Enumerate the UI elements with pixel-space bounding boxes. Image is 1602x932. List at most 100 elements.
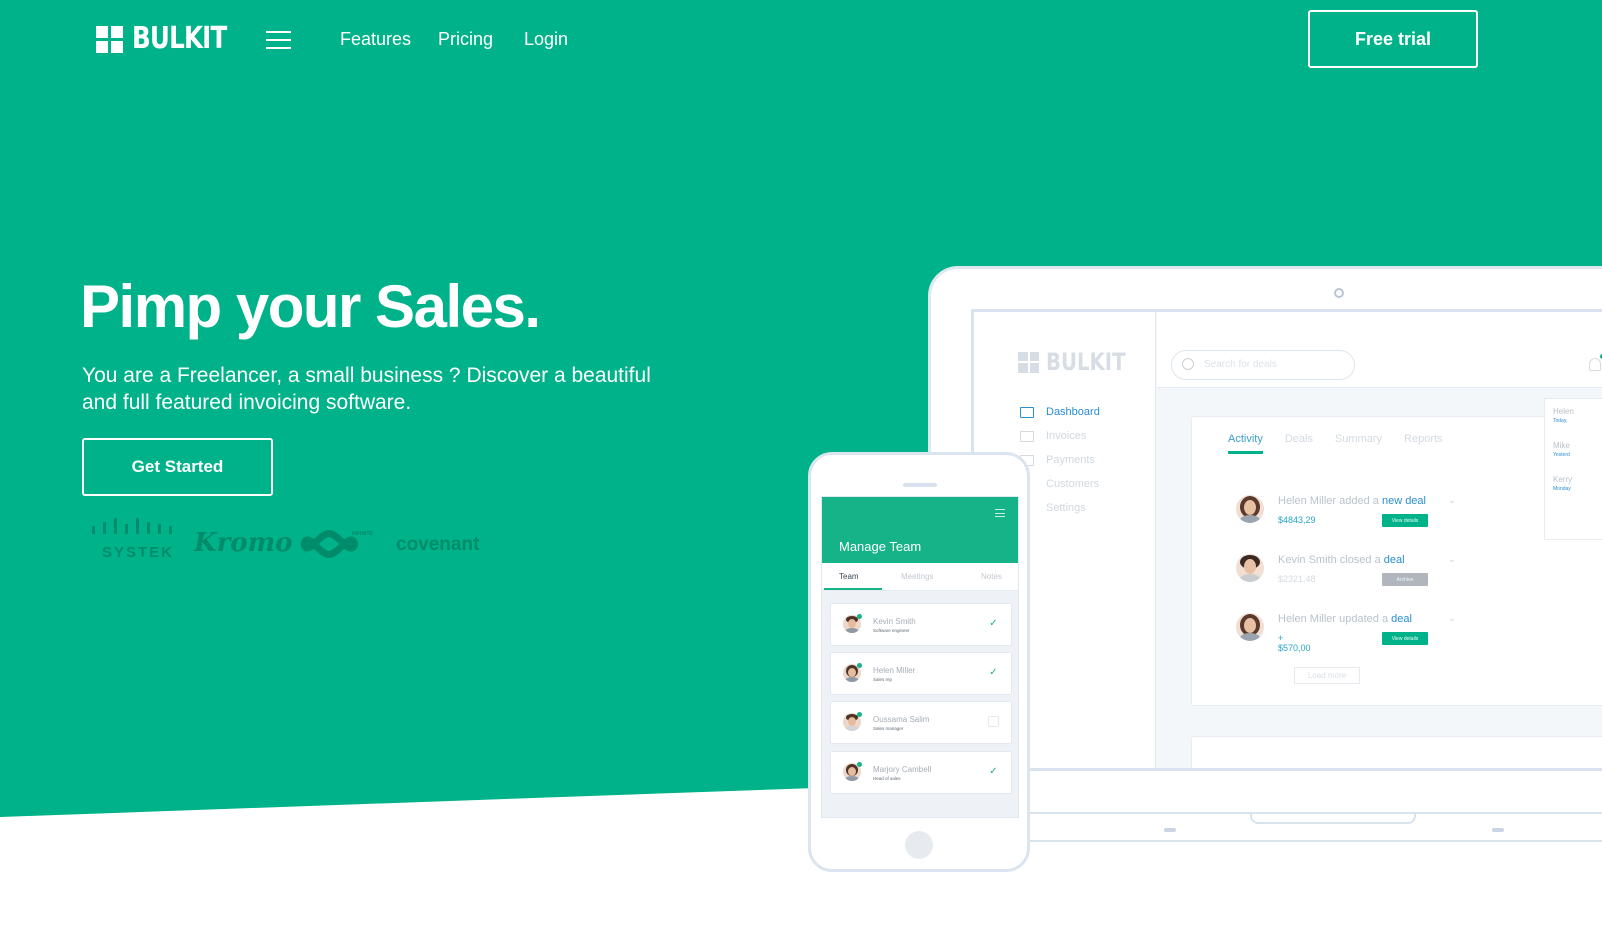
member-name: Kevin Smith (873, 617, 916, 626)
view-details-button[interactable]: View details (1382, 514, 1428, 527)
menu-icon[interactable] (995, 509, 1005, 517)
app-search-input[interactable]: Search for deals (1171, 350, 1355, 380)
check-icon[interactable]: ✓ (988, 766, 999, 777)
tab-reports[interactable]: Reports (1404, 433, 1443, 454)
free-trial-button[interactable]: Free trial (1308, 10, 1478, 68)
systek-bars-icon (92, 518, 172, 534)
chevron-down-icon[interactable]: ⌄ (1448, 495, 1456, 506)
bell-icon[interactable] (1589, 358, 1601, 371)
team-member-row[interactable]: Helen Miller Sales rep ✓ (830, 652, 1012, 695)
logo-icon (96, 25, 123, 53)
client-systek: SYSTEK (102, 544, 175, 561)
tab-activity[interactable]: Activity (1228, 433, 1263, 454)
app-logo-icon (1018, 351, 1039, 373)
laptop-foot (1164, 828, 1176, 832)
activity-text: Helen Miller added a new deal (1278, 495, 1426, 507)
archive-button[interactable]: Archive (1382, 573, 1428, 586)
load-more-button[interactable]: Load more (1294, 667, 1360, 684)
laptop-base (1020, 812, 1602, 842)
activity-prefix: Helen Miller added a (1278, 495, 1382, 507)
search-placeholder: Search for deals (1204, 359, 1277, 370)
notifications-panel: Helen Today, Mike Yesterd Kerry Monday (1544, 398, 1602, 540)
notification-name: Mike (1553, 441, 1570, 450)
navbar: BULKIT Features Pricing Login Free trial (0, 0, 1602, 80)
online-indicator (857, 614, 862, 619)
invoice-icon (1020, 430, 1034, 442)
activity-amount: $2321,48 (1278, 574, 1316, 584)
online-indicator (857, 762, 862, 767)
hero-subtitle: You are a Freelancer, a small business ?… (82, 364, 651, 414)
avatar (1236, 495, 1264, 523)
activity-text: Kevin Smith closed a deal (1278, 554, 1405, 566)
avatar (1236, 613, 1264, 641)
activity-text: Helen Miller updated a deal (1278, 613, 1412, 625)
activity-amount: $4843,29 (1278, 515, 1316, 525)
laptop-camera (1334, 288, 1344, 298)
get-started-button[interactable]: Get Started (82, 438, 273, 496)
member-role: Software engineer (873, 628, 910, 633)
app-menu-label: Customers (1046, 478, 1100, 490)
hamburger-icon[interactable] (266, 31, 291, 49)
client-infinite: INFINITE (352, 531, 373, 537)
phone-home-button (905, 831, 933, 859)
activity-card: Activity Deals Summary Reports Helen Mil… (1191, 416, 1602, 706)
app-brand-name: BULKIT (1046, 348, 1126, 376)
phone-speaker (903, 483, 937, 487)
online-indicator (857, 663, 862, 668)
notification-time: Today, (1553, 418, 1568, 424)
activity-link[interactable]: new deal (1382, 495, 1426, 507)
app-menu-invoices[interactable]: Invoices (1020, 430, 1086, 442)
team-member-row[interactable]: Kevin Smith Software engineer ✓ (830, 603, 1012, 646)
app-menu-customers[interactable]: Customers (1020, 478, 1099, 490)
nav-link-features[interactable]: Features (340, 29, 411, 50)
activity-link[interactable]: deal (1384, 554, 1405, 566)
chevron-down-icon[interactable]: ⌄ (1448, 613, 1456, 624)
online-indicator (857, 712, 862, 717)
member-name: Oussama Salim (873, 715, 930, 724)
nav-link-pricing[interactable]: Pricing (438, 29, 493, 50)
activity-prefix: Kevin Smith closed a (1278, 554, 1384, 566)
client-kromo: Kromo (194, 528, 293, 558)
checkbox-empty-icon[interactable]: ✓ (988, 716, 999, 727)
activity-link[interactable]: deal (1391, 613, 1412, 625)
app-menu-payments[interactable]: Payments (1020, 454, 1095, 466)
hero-title: Pimp your Sales. (80, 273, 541, 340)
notification-item: Helen Today, (1553, 407, 1574, 424)
tab-meetings[interactable]: Meetings (901, 572, 933, 581)
phone-title: Manage Team (839, 539, 922, 554)
client-covenant: covenant (396, 534, 480, 555)
activity-tabs: Activity Deals Summary Reports (1228, 433, 1443, 454)
member-name: Helen Miller (873, 666, 916, 675)
tab-summary[interactable]: Summary (1335, 433, 1382, 454)
chevron-down-icon[interactable]: ⌄ (1448, 554, 1456, 565)
dashboard-icon (1020, 406, 1034, 418)
member-name: Marjory Cambell (873, 765, 932, 774)
avatar (1236, 554, 1264, 582)
search-icon (1182, 358, 1194, 370)
phone-header: Manage Team (822, 497, 1018, 563)
nav-link-login[interactable]: Login (524, 29, 568, 50)
app-menu-label: Dashboard (1046, 406, 1100, 418)
app-menu-label: Invoices (1046, 430, 1087, 442)
tab-team[interactable]: Team (839, 572, 859, 581)
tab-deals[interactable]: Deals (1285, 433, 1313, 454)
secondary-card (1191, 736, 1602, 768)
phone-tabs: Team Meetings Notes (822, 563, 1018, 591)
tab-notes[interactable]: Notes (981, 572, 1002, 581)
notification-item: Kerry Monday (1553, 475, 1572, 492)
brand-name: BULKIT (132, 21, 227, 56)
phone-screen: Manage Team Team Meetings Notes Kevin Sm… (821, 496, 1019, 818)
notification-name: Helen (1553, 407, 1574, 416)
notification-name: Kerry (1553, 475, 1573, 484)
team-member-row[interactable]: Oussama Salim Sales manager ✓ (830, 701, 1012, 744)
check-icon[interactable]: ✓ (988, 667, 999, 678)
app-topbar: Search for deals (1157, 312, 1602, 388)
app-menu-dashboard[interactable]: Dashboard (1020, 406, 1100, 418)
brand-logo[interactable]: BULKIT (96, 22, 247, 56)
phone-mockup: Manage Team Team Meetings Notes Kevin Sm… (808, 452, 1030, 872)
team-member-row[interactable]: Marjory Cambell Head of sales ✓ (830, 751, 1012, 794)
view-details-button[interactable]: View details (1382, 632, 1428, 645)
laptop-foot (1492, 828, 1504, 832)
check-icon[interactable]: ✓ (988, 618, 999, 629)
app-logo: BULKIT (1018, 348, 1143, 376)
